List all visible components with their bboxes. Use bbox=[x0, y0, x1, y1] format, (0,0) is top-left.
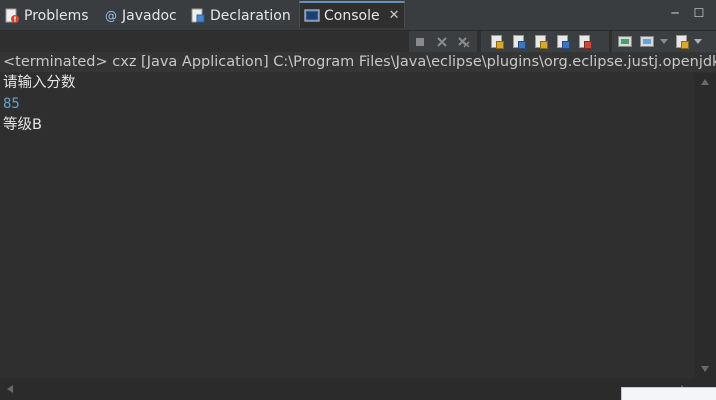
word-wrap-icon bbox=[534, 35, 548, 49]
show-on-stdout-button[interactable] bbox=[551, 33, 573, 51]
console-toolbar bbox=[0, 31, 716, 52]
vertical-scrollbar-arrows bbox=[701, 79, 709, 372]
clear-console-button[interactable] bbox=[485, 33, 507, 51]
toolbar-group-console bbox=[481, 31, 609, 52]
scroll-lock-icon bbox=[512, 35, 526, 49]
javadoc-icon: @ bbox=[104, 8, 118, 24]
chevron-down-icon bbox=[694, 38, 702, 44]
horizontal-scrollbar[interactable] bbox=[0, 378, 694, 400]
scroll-down-arrow-icon bbox=[701, 366, 709, 372]
tab-label: Console bbox=[324, 7, 380, 24]
tab-label: Declaration bbox=[210, 8, 291, 24]
scroll-up-arrow-icon bbox=[701, 79, 709, 85]
tab-problems[interactable]: Problems bbox=[4, 3, 89, 29]
partial-popup-window bbox=[621, 387, 716, 400]
view-tab-bar: Problems @ Javadoc Declaration Console ✕… bbox=[0, 0, 716, 31]
pin-console-icon bbox=[618, 36, 632, 47]
chevron-down-icon bbox=[660, 38, 668, 44]
tab-label: Javadoc bbox=[122, 8, 177, 24]
scroll-left-arrow-icon bbox=[7, 385, 13, 393]
remove-all-terminated-button[interactable] bbox=[453, 33, 475, 51]
minimize-button[interactable]: ─ bbox=[668, 6, 682, 20]
display-console-icon bbox=[640, 36, 654, 47]
remove-all-icon bbox=[458, 36, 470, 48]
tab-declaration[interactable]: Declaration bbox=[190, 3, 291, 29]
console-output-line: 请输入分数 bbox=[3, 75, 76, 91]
vertical-scrollbar[interactable] bbox=[694, 73, 716, 378]
tab-console[interactable]: Console ✕ bbox=[299, 1, 405, 28]
clear-console-icon bbox=[490, 35, 504, 49]
console-input-line: 85 bbox=[3, 96, 20, 112]
open-console-icon bbox=[675, 35, 689, 49]
open-console-dropdown[interactable] bbox=[692, 33, 704, 51]
close-icon[interactable]: ✕ bbox=[389, 8, 400, 23]
console-output-area[interactable]: 请输入分数 85 等级B bbox=[0, 73, 694, 378]
show-on-stderr-button[interactable] bbox=[573, 33, 595, 51]
declaration-icon bbox=[190, 8, 206, 24]
stderr-icon bbox=[578, 35, 592, 49]
stdout-icon bbox=[556, 35, 570, 49]
problems-icon bbox=[4, 8, 20, 24]
tab-javadoc[interactable]: @ Javadoc bbox=[104, 3, 177, 29]
console-view: Problems @ Javadoc Declaration Console ✕… bbox=[0, 0, 716, 400]
horizontal-scrollbar-arrows bbox=[7, 385, 687, 393]
tab-label: Problems bbox=[24, 8, 89, 24]
remove-launch-button[interactable] bbox=[431, 33, 453, 51]
remove-icon bbox=[437, 36, 447, 47]
toolbar-group-display bbox=[612, 31, 716, 52]
scroll-lock-button[interactable] bbox=[507, 33, 529, 51]
console-output-line: 等级B bbox=[3, 117, 42, 133]
maximize-button[interactable]: ☐ bbox=[692, 6, 706, 20]
svg-text:@: @ bbox=[105, 9, 117, 23]
open-console-button[interactable] bbox=[670, 33, 692, 51]
console-icon bbox=[304, 8, 320, 24]
word-wrap-button[interactable] bbox=[529, 33, 551, 51]
toolbar-group-process bbox=[409, 31, 477, 52]
terminate-button[interactable] bbox=[409, 33, 431, 51]
display-console-dropdown[interactable] bbox=[658, 33, 670, 51]
display-selected-console-button[interactable] bbox=[636, 33, 658, 51]
terminate-icon bbox=[416, 37, 424, 46]
process-status-label: <terminated> cxz [Java Application] C:\P… bbox=[0, 52, 716, 72]
pin-console-button[interactable] bbox=[614, 33, 636, 51]
